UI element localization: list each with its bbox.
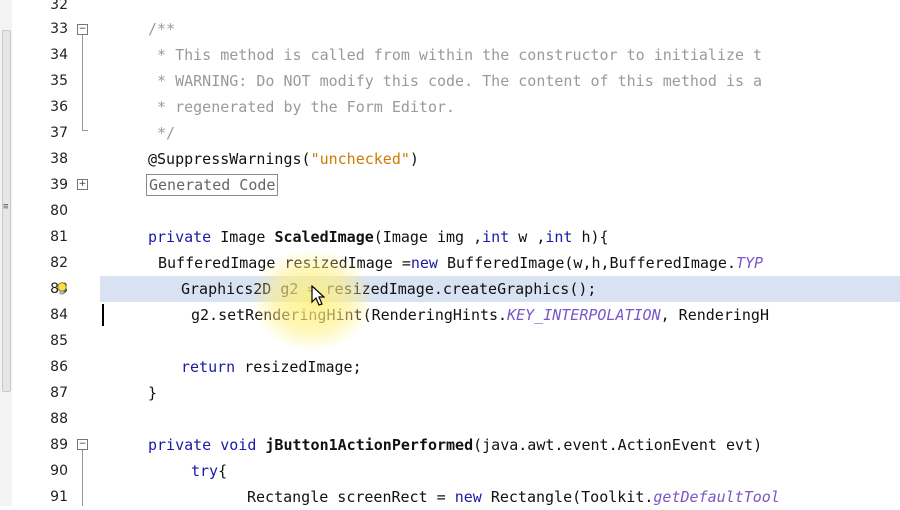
constant-token: getDefaultTool <box>653 488 780 506</box>
keyword-token: private <box>148 228 212 246</box>
code-line-83: Graphics2D g2 = resizedImage.createGraph… <box>181 280 597 298</box>
keyword-token: return <box>181 358 236 376</box>
code-line-38: @SuppressWarnings("unchecked") <box>148 146 419 172</box>
code-line-35: * WARNING: Do NOT modify this code. The … <box>148 72 763 90</box>
code-line-82: BufferedImage resizedImage =new Buffered… <box>158 250 763 276</box>
line-number: 37 <box>50 125 68 141</box>
code-line-90: try{ <box>191 458 227 484</box>
code-line-34: * This method is called from within the … <box>148 46 763 64</box>
string-token: "unchecked" <box>310 150 410 168</box>
line-number: 84 <box>50 307 68 323</box>
generated-code-fold[interactable]: Generated Code <box>146 174 279 196</box>
code-token: Image <box>211 228 275 246</box>
line-number: 36 <box>50 99 68 115</box>
code-line-37: */ <box>148 124 176 142</box>
line-number: 89 <box>50 437 68 453</box>
code-token: BufferedImage resizedImage = <box>158 254 411 272</box>
keyword-token: int <box>545 228 573 246</box>
fold-guide-line <box>82 35 83 130</box>
line-number: 87 <box>50 385 68 401</box>
code-token: , RenderingH <box>660 306 769 324</box>
line-number: 35 <box>50 73 68 89</box>
text-caret <box>102 304 104 326</box>
code-line-39: Generated Code <box>146 172 279 198</box>
line-number: 81 <box>50 229 68 245</box>
code-token: h){ <box>572 228 609 246</box>
collapse-fold-icon[interactable]: − <box>77 439 88 450</box>
keyword-token: void <box>220 436 257 454</box>
code-line-33: /** <box>148 20 176 38</box>
code-line-36: * regenerated by the Form Editor. <box>148 98 456 116</box>
keyword-token: private <box>148 436 212 454</box>
code-token: w , <box>509 228 546 246</box>
line-number: 80 <box>50 203 68 219</box>
fold-end-marker <box>82 130 88 131</box>
scrollbar-grip-icon: ≡ <box>3 202 9 212</box>
code-token: Rectangle screenRect = <box>247 488 455 506</box>
line-number: 90 <box>50 463 68 479</box>
code-line-87: } <box>148 384 158 402</box>
collapse-fold-icon[interactable]: − <box>77 24 88 35</box>
code-token: (java.awt.event.ActionEvent evt) <box>473 436 763 454</box>
method-name-token: ScaledImage <box>274 228 374 246</box>
code-token: BufferedImage(w,h,BufferedImage. <box>437 254 736 272</box>
line-number: 86 <box>50 359 68 375</box>
expand-fold-icon[interactable]: + <box>77 179 88 190</box>
line-number: 34 <box>50 47 68 63</box>
code-line-84: g2.setRenderingHint(RenderingHints.KEY_I… <box>191 302 769 328</box>
code-line-89: private void jButton1ActionPerformed(jav… <box>148 432 762 458</box>
constant-token: KEY_INTERPOLATION <box>507 306 661 324</box>
line-number: 82 <box>50 255 68 271</box>
constant-token: TYP <box>735 254 764 272</box>
line-number: 33 <box>50 21 68 37</box>
keyword-token: int <box>482 228 510 246</box>
line-number: 85 <box>50 333 68 349</box>
code-token: g2.setRenderingHint(RenderingHints. <box>191 306 508 324</box>
code-token: (Image img , <box>373 228 483 246</box>
mouse-pointer-icon <box>311 285 325 306</box>
annotation-token: @SuppressWarnings( <box>148 150 311 168</box>
line-number: 39 <box>50 177 68 193</box>
keyword-token: new <box>454 488 482 506</box>
paren-token: ) <box>409 150 419 168</box>
code-line-91: Rectangle screenRect = new Rectangle(Too… <box>247 484 780 510</box>
line-number: 91 <box>50 489 68 505</box>
lightbulb-hint-icon[interactable] <box>56 282 68 296</box>
code-token: { <box>218 462 228 480</box>
keyword-token: new <box>410 254 438 272</box>
line-number: 38 <box>50 151 68 167</box>
method-name-token: jButton1ActionPerformed <box>265 436 474 454</box>
code-token: resizedImage; <box>235 358 362 376</box>
line-number: 88 <box>50 411 68 427</box>
code-line-86: return resizedImage; <box>181 354 362 380</box>
keyword-token: try <box>191 462 219 480</box>
fold-guide-line <box>82 450 83 506</box>
code-token: Rectangle(Toolkit. <box>481 488 654 506</box>
code-line-81: private Image ScaledImage(Image img ,int… <box>148 224 609 250</box>
